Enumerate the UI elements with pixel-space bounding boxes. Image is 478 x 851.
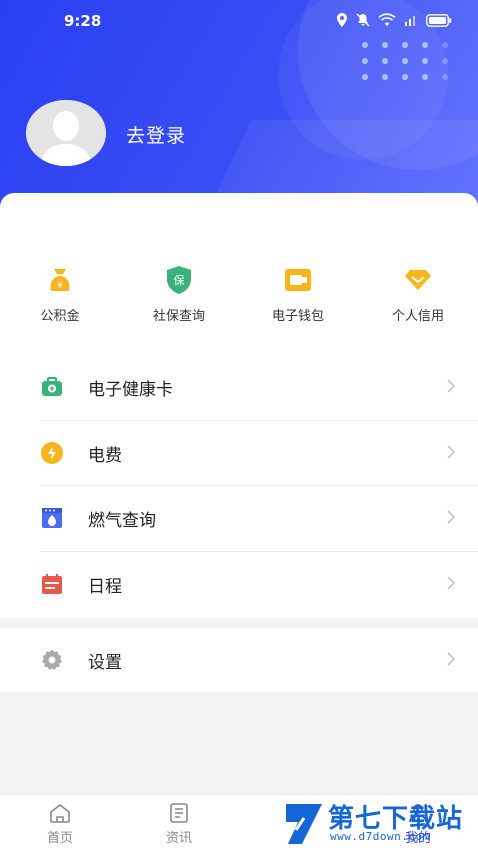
menu-item-schedule[interactable]: 日程 [0, 552, 478, 616]
avatar-placeholder-icon [26, 100, 106, 166]
avatar[interactable] [26, 100, 106, 166]
main-card: ¥ 公积金 保 社保查询 电子钱包 个人信用 电子健康卡 电费 燃气查询 日程 [0, 193, 478, 618]
decor-dots [362, 42, 448, 82]
news-icon [170, 803, 188, 823]
menu-item-label: 设置 [88, 653, 122, 673]
quick-actions: ¥ 公积金 保 社保查询 电子钱包 个人信用 [0, 263, 478, 333]
menu-item-settings[interactable]: 设置 [0, 628, 478, 692]
diamond-icon [405, 270, 431, 290]
chevron-right-icon [447, 379, 456, 393]
chevron-right-icon [447, 576, 456, 590]
svg-text:¥: ¥ [57, 281, 63, 291]
menu-item-health-card[interactable]: 电子健康卡 [0, 355, 478, 419]
home-icon [50, 803, 70, 823]
quick-action-social-security[interactable]: 保 社保查询 [124, 263, 234, 333]
status-bar: 9:28 [0, 0, 478, 44]
quick-action-label: 公积金 [40, 309, 80, 324]
menu-item-label: 电费 [88, 446, 122, 466]
menu-item-label: 燃气查询 [88, 511, 156, 531]
watermark-logo: 第七下载站 www.d7down.com [280, 796, 478, 850]
wifi-icon [378, 13, 396, 26]
svg-text:保: 保 [174, 273, 185, 287]
wallet-icon [285, 269, 311, 291]
medical-kit-icon [42, 377, 62, 396]
tab-home[interactable]: 首页 [20, 801, 100, 847]
money-bag-icon: ¥ [50, 269, 70, 291]
login-button[interactable]: 去登录 [126, 121, 186, 148]
quick-action-label: 社保查询 [152, 309, 205, 324]
quick-action-housing-fund[interactable]: ¥ 公积金 [5, 263, 115, 333]
battery-icon [426, 13, 452, 27]
tab-label: 首页 [46, 831, 73, 846]
chevron-right-icon [447, 445, 456, 459]
gas-stove-icon [42, 508, 62, 528]
quick-action-credit[interactable]: 个人信用 [363, 263, 473, 333]
gear-icon [42, 649, 62, 670]
status-time: 9:28 [64, 12, 102, 30]
menu-item-electricity[interactable]: 电费 [0, 421, 478, 485]
quick-action-wallet[interactable]: 电子钱包 [243, 263, 353, 333]
chevron-right-icon [447, 510, 456, 524]
watermark-logo-icon [286, 804, 322, 844]
tab-news[interactable]: 资讯 [139, 801, 219, 847]
watermark-url: www.d7down.com [330, 830, 430, 843]
quick-action-label: 电子钱包 [271, 309, 324, 324]
chevron-right-icon [447, 652, 456, 666]
menu-item-label: 电子健康卡 [88, 380, 173, 400]
menu-item-label: 日程 [88, 577, 122, 597]
calendar-icon [42, 574, 62, 594]
shield-icon: 保 [167, 266, 191, 294]
signal-icon [405, 16, 415, 26]
quick-action-label: 个人信用 [391, 309, 444, 324]
lightning-icon [41, 442, 63, 464]
mute-icon [356, 13, 370, 27]
location-icon [337, 13, 347, 27]
menu-item-gas[interactable]: 燃气查询 [0, 486, 478, 550]
tab-label: 资讯 [165, 831, 192, 846]
status-icons [336, 13, 452, 27]
